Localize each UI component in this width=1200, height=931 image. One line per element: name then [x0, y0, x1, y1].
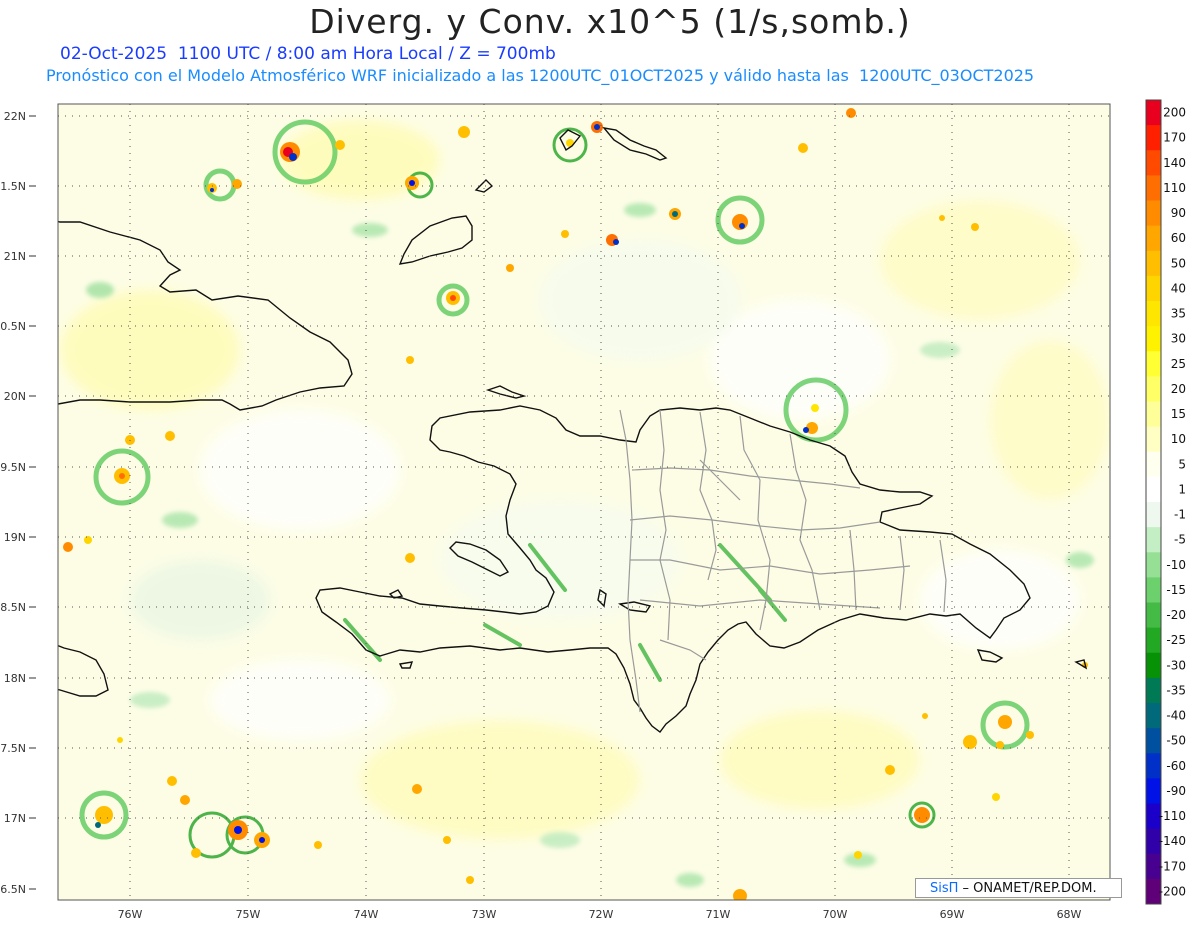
lat-label: 7.5N [0, 742, 26, 755]
lon-label: 70W [823, 908, 848, 921]
colorbar-label: -35 [1166, 683, 1186, 697]
valid-time-line: 02-Oct-2025 1100 UTC / 8:00 am Hora Loca… [60, 44, 556, 64]
colorbar-swatch [1146, 728, 1161, 754]
colorbar-swatch [1146, 200, 1161, 227]
colorbar-swatch [1146, 476, 1161, 503]
colorbar-swatch [1146, 150, 1161, 176]
lat-label: 21N [4, 250, 26, 263]
colorbar-label: 170 [1163, 131, 1186, 145]
colorbar-label: -10 [1166, 558, 1186, 572]
lat-label: 1.5N [0, 180, 26, 193]
colorbar-label: -140 [1159, 834, 1186, 848]
lat-label: 8.5N [0, 601, 26, 614]
lon-label: 69W [940, 908, 965, 921]
lat-label: 18N [4, 672, 26, 685]
colorbar-swatch [1146, 250, 1161, 277]
colorbar-label: 140 [1163, 156, 1186, 170]
latitude-labels: 22N 1.5N 21N 0.5N 20N 9.5N 19N 8.5N 18N … [0, 110, 26, 896]
colorbar-label: -20 [1166, 608, 1186, 622]
colorbar-label: -30 [1166, 658, 1186, 672]
colorbar-swatch [1146, 652, 1161, 679]
lon-label: 72W [589, 908, 614, 921]
lat-label: 9.5N [0, 461, 26, 474]
colorbar-swatch [1146, 577, 1161, 603]
lon-label: 76W [118, 908, 143, 921]
colorbar-label: -110 [1159, 809, 1186, 823]
colorbar-swatch [1146, 376, 1161, 402]
colorbar-label: -50 [1166, 734, 1186, 748]
colorbar-swatch [1146, 351, 1161, 377]
colorbar-label: -90 [1166, 784, 1186, 798]
colorbar-swatch [1146, 326, 1161, 352]
colorbar-label: 35 [1171, 307, 1186, 321]
colorbar-swatch [1146, 426, 1161, 453]
lat-label: 20N [4, 390, 26, 403]
colorbar-legend: 200 170 140 110 90 60 50 40 35 30 25 20 15 10 5 1 -1 -5 -1… [1145, 99, 1186, 905]
colorbar-label: 200 [1163, 106, 1186, 120]
page-title: Diverg. y Conv. x10^5 (1/s,somb.) [309, 2, 911, 41]
colorbar-swatch [1146, 451, 1161, 478]
colorbar-label: -5 [1174, 533, 1186, 547]
brand-logo: SisΠ [930, 881, 959, 896]
colorbar-label: 90 [1171, 206, 1186, 220]
colorbar-swatch [1146, 401, 1161, 428]
forecast-map: 22N 1.5N 21N 0.5N 20N 9.5N 19N 8.5N 18N … [0, 99, 1186, 921]
colorbar-label: 15 [1171, 407, 1186, 421]
colorbar-swatch [1146, 301, 1161, 327]
colorbar-swatch [1146, 703, 1161, 729]
credit-text: – ONAMET/REP.DOM. [958, 881, 1097, 896]
lon-label: 74W [354, 908, 379, 921]
map-panel: 22N 1.5N 21N 0.5N 20N 9.5N 19N 8.5N 18N … [0, 95, 1200, 931]
colorbar-swatch [1146, 125, 1161, 151]
colorbar-swatch [1146, 225, 1161, 252]
colorbar-swatch [1146, 502, 1161, 528]
colorbar-label: 50 [1171, 256, 1186, 270]
credit-box: SisΠ – ONAMET/REP.DOM. [915, 878, 1122, 898]
colorbar-label: -15 [1166, 583, 1186, 597]
lat-label: 6.5N [0, 883, 26, 896]
colorbar-swatch [1146, 527, 1161, 553]
lon-label: 68W [1057, 908, 1082, 921]
lat-ticks [29, 115, 36, 890]
lon-label: 75W [236, 908, 261, 921]
colorbar-label: -170 [1159, 859, 1186, 873]
colorbar-swatch [1146, 677, 1161, 704]
colorbar-swatch [1146, 778, 1161, 804]
colorbar-label: 10 [1171, 432, 1186, 446]
colorbar-swatch [1146, 100, 1161, 126]
colorbar-swatch [1146, 552, 1161, 578]
colorbar-label: 60 [1171, 231, 1186, 245]
colorbar-swatch [1146, 602, 1161, 629]
colorbar-label: -25 [1166, 633, 1186, 647]
model-run-line: Pronóstico con el Modelo Atmosférico WRF… [46, 66, 1035, 85]
colorbar-label: 5 [1178, 457, 1186, 471]
colorbar-label: 40 [1171, 281, 1186, 295]
colorbar-label: 20 [1171, 382, 1186, 396]
colorbar-swatch [1146, 627, 1161, 654]
colorbar-swatch [1146, 275, 1161, 302]
colorbar-label: 25 [1171, 357, 1186, 371]
lat-label: 19N [4, 531, 26, 544]
lon-label: 73W [472, 908, 497, 921]
colorbar-label: 30 [1171, 332, 1186, 346]
colorbar-swatch [1146, 175, 1161, 201]
colorbar-swatch [1146, 753, 1161, 779]
colorbar-label: -40 [1166, 709, 1186, 723]
lat-label: 22N [4, 110, 26, 123]
colorbar-label: -1 [1174, 508, 1186, 522]
longitude-labels: 76W 75W 74W 73W 72W 71W 70W 69W 68W [118, 908, 1082, 921]
colorbar-label: 1 [1178, 482, 1186, 496]
colorbar-label: -60 [1166, 759, 1186, 773]
lon-label: 71W [706, 908, 731, 921]
colorbar-label: 110 [1163, 181, 1186, 195]
lat-label: 17N [4, 812, 26, 825]
colorbar-label: -200 [1159, 884, 1186, 898]
lat-label: 0.5N [0, 320, 26, 333]
